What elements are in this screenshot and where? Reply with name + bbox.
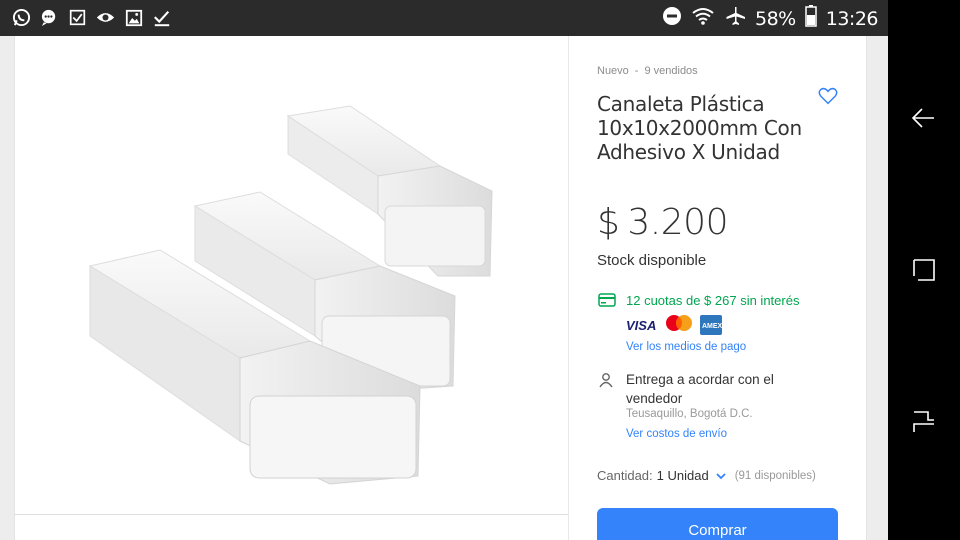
meta-separator: - [634,65,639,77]
mastercard-logo [664,314,694,341]
chat-icon [40,8,59,27]
quantity-selector[interactable]: Cantidad: 1 Unidad (91 disponibles) [597,468,816,483]
eye-icon [96,8,115,27]
product-meta: Nuevo -9 vendidos [597,65,698,77]
quantity-label: Cantidad: [597,468,653,483]
product-page[interactable]: Nuevo -9 vendidos Canaleta Plástica 10x10… [0,36,888,540]
stock-status: Stock disponible [597,252,707,269]
seller-location: Teusaquillo, Bogotá D.C. [626,408,753,420]
do-not-disturb-icon [662,6,682,32]
buy-button[interactable]: Comprar [597,508,838,540]
condition-label: Nuevo [597,65,629,77]
card-brands: VISA AMEX [626,314,723,341]
clock: 13:26 [825,8,879,30]
home-icon[interactable] [910,408,938,436]
battery-icon [804,5,817,33]
credit-card-icon [598,293,616,311]
gallery-divider [14,514,568,515]
visa-logo: VISA [626,318,658,337]
check-icon [152,8,171,27]
visa-logo-text: VISA [626,318,656,332]
product-title: Canaleta Plástica 10x10x2000mm Con Adhes… [597,92,802,164]
quantity-value[interactable]: 1 Unidad [657,468,709,483]
shipping-costs-link[interactable]: Ver costos de envío [626,428,727,440]
sold-count: 9 vendidos [644,65,698,77]
price-currency: $ [597,202,620,243]
installments-text: 12 cuotas de $ 267 sin interés [626,293,800,308]
amex-logo-text: AMEX [702,323,722,330]
back-icon[interactable] [910,104,938,132]
person-icon [598,372,616,390]
product-image[interactable] [60,96,520,496]
amex-logo: AMEX [700,315,723,340]
image-icon [124,8,143,27]
column-divider [568,36,569,540]
airplane-mode-icon [724,6,746,32]
shipping-text: Entrega a acordar con el vendedor [626,372,774,406]
recent-apps-icon[interactable] [910,256,938,284]
favorite-heart-icon[interactable] [817,85,839,107]
checkbox-icon [68,8,87,27]
battery-percent: 58% [755,8,796,30]
whatsapp-icon [12,8,31,27]
chevron-down-icon[interactable] [715,470,727,482]
status-bar: 58% 13:26 [0,0,888,36]
notification-icons [12,8,171,27]
system-status: 58% 13:26 [662,5,879,33]
payment-methods-link[interactable]: Ver los medios de pago [626,341,746,353]
product-price: $3.200 [597,202,728,243]
price-amount: 3.200 [627,202,728,243]
navigation-bar [888,0,960,540]
available-count: (91 disponibles) [734,469,816,482]
wifi-icon [691,6,715,32]
